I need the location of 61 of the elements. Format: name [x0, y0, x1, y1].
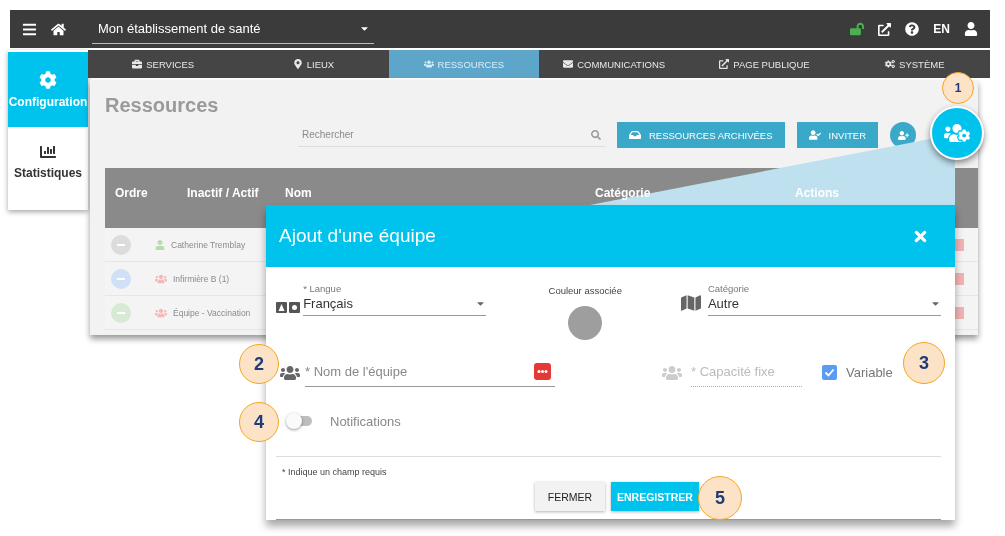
- delete-icon[interactable]: [954, 272, 964, 285]
- gears-icon: [885, 59, 896, 69]
- color-swatch[interactable]: [568, 306, 603, 340]
- checkbox-label: Variable: [846, 364, 893, 380]
- variable-checkbox[interactable]: [822, 364, 837, 380]
- dialog-title: Ajout d'une équipe: [279, 225, 436, 247]
- dots-icon[interactable]: [534, 363, 551, 380]
- group-icon: [280, 363, 300, 383]
- translate-icon: [276, 302, 300, 313]
- tab[interactable]: COMMUNICATIONS: [539, 50, 690, 78]
- bar-chart-icon: [40, 144, 56, 160]
- category-select[interactable]: Catégorie Autre: [707, 283, 941, 316]
- order-handle[interactable]: [111, 268, 131, 289]
- order-handle[interactable]: [111, 302, 131, 323]
- column-header: Catégorie: [595, 186, 652, 200]
- delete-icon[interactable]: [954, 238, 964, 251]
- search-icon: [591, 129, 601, 140]
- lock-icon[interactable]: [850, 22, 865, 36]
- column-header: Nom: [285, 186, 313, 200]
- inbox-icon: [629, 129, 641, 141]
- add-user-icon: [897, 129, 909, 141]
- group-icon: [155, 306, 167, 319]
- language-select[interactable]: * Langue Français: [303, 283, 486, 316]
- step-badge: 2: [239, 344, 279, 384]
- help-icon[interactable]: [905, 22, 920, 36]
- user-icon[interactable]: [964, 22, 978, 36]
- table-cell: Infirmière B (1): [173, 273, 230, 284]
- delete-icon[interactable]: [954, 306, 964, 319]
- group-icon: [423, 59, 434, 69]
- map-pin-icon: [292, 59, 303, 69]
- page-title: Ressources: [105, 94, 220, 117]
- order-handle[interactable]: [111, 234, 131, 255]
- external-link-icon[interactable]: [878, 22, 892, 36]
- external-link-icon: [719, 59, 730, 69]
- table-cell: Équipe - Vaccination: [173, 307, 251, 318]
- tab[interactable]: SERVICES: [88, 50, 239, 78]
- facility-select[interactable]: Mon établissement de santé: [92, 14, 374, 44]
- column-header: Inactif / Actif: [187, 186, 260, 200]
- sidebar-item[interactable]: Statistiques: [8, 127, 88, 197]
- briefcase-icon: [132, 59, 143, 69]
- language-link[interactable]: EN: [933, 22, 950, 36]
- home-icon[interactable]: [51, 21, 66, 37]
- column-header: Ordre: [115, 186, 149, 200]
- envelope-icon: [563, 59, 574, 69]
- table-cell: Catherine Tremblay: [171, 239, 246, 250]
- step-badge: 4: [239, 402, 279, 442]
- close-button[interactable]: FERMER: [535, 482, 605, 511]
- group-icon: [155, 272, 167, 285]
- column-header: Actions: [795, 186, 840, 200]
- menu-icon[interactable]: [22, 21, 37, 37]
- tab[interactable]: PAGE PUBLIQUE: [689, 50, 840, 78]
- map-icon: [680, 293, 701, 313]
- required-note: * Indique un champ requis: [282, 467, 388, 477]
- color-label: Couleur associée: [548, 285, 622, 296]
- user-check-icon: [808, 129, 821, 141]
- person-icon: [155, 239, 165, 250]
- team-name-field[interactable]: * Nom de l'équipe: [305, 357, 555, 387]
- tab[interactable]: LIEUX: [238, 50, 389, 78]
- toggle-label: Notifications: [330, 413, 401, 429]
- group-icon: [662, 363, 682, 383]
- gear-icon: [39, 70, 57, 89]
